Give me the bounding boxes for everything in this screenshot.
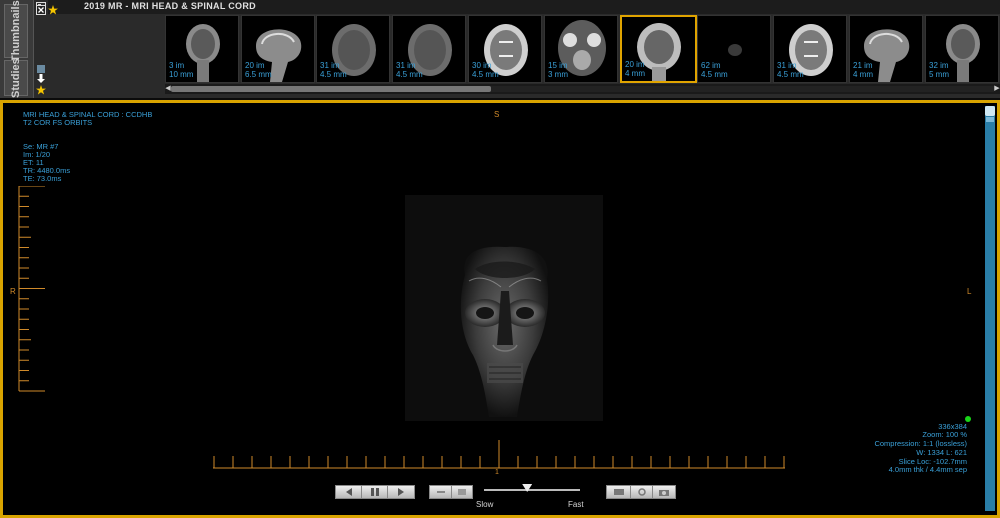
loop-back-button[interactable]	[430, 486, 452, 498]
thumbnail-image-count: 32 im	[929, 61, 949, 70]
thumbnail-image-count: 62 im	[701, 61, 721, 70]
study-title: 2019 MR - MRI HEAD & SPINAL CORD	[84, 1, 256, 11]
thumbnail-label: 62 im 4.5 mm	[701, 61, 728, 79]
status-indicator	[965, 416, 971, 422]
study-title-bar: 2019 MR - MRI HEAD & SPINAL CORD	[36, 0, 1000, 15]
thumbnail-image-count: 30 im	[472, 61, 492, 70]
thumbnail-label: 31 im 4.5 mm	[320, 61, 347, 79]
cine-settings-button[interactable]	[631, 486, 653, 498]
thumbnail-label: 21 im 4 mm	[853, 61, 873, 79]
vertical-ruler	[18, 186, 45, 392]
cine-camera-button[interactable]	[653, 486, 675, 498]
thumbnail-slice-thickness: 10 mm	[169, 70, 194, 79]
thumbnail-image-count: 31 im	[396, 61, 416, 70]
thumbnail-slice-thickness: 4.5 mm	[701, 70, 728, 79]
thumbnail-slice-thickness: 4 mm	[625, 69, 645, 78]
slice-thickness: 4.0mm thk / 4.4mm sep	[888, 465, 967, 474]
thumbnail-label: 20 im 6.5 mm	[245, 61, 272, 79]
thumbnail-slice-thickness: 3 mm	[548, 70, 568, 79]
thumbnail-label: 3 im 10 mm	[169, 61, 193, 79]
app-root: Thumbnails Studies 2019 MR - MRI HEAD & …	[0, 0, 1000, 518]
tab-studies[interactable]: Studies	[4, 58, 28, 98]
series-thumbnail[interactable]: 31 im 4.5 mm	[773, 15, 847, 83]
series-thumbnail[interactable]: 30 im 4.5 mm	[468, 15, 542, 83]
close-icon[interactable]	[36, 2, 46, 20]
thumbnail-slice-thickness: 6.5 mm	[245, 70, 272, 79]
series-scroll-thumb[interactable]	[985, 106, 995, 116]
loop-forward-icon	[458, 489, 466, 495]
previous-button[interactable]	[336, 486, 362, 498]
thumbnail-slice-thickness: 4.5 mm	[396, 70, 423, 79]
speed-slow-label: Slow	[476, 500, 494, 509]
mri-image[interactable]	[405, 195, 603, 421]
thumbnail-label: 32 im 5 mm	[929, 61, 949, 79]
thumbnail-label: 20 im 4 mm	[625, 60, 645, 78]
speed-slider-track[interactable]	[484, 489, 580, 491]
cine-export-button[interactable]	[607, 486, 631, 498]
cine-tools	[606, 485, 676, 499]
series-thumbnail[interactable]: 15 im 3 mm	[544, 15, 618, 83]
next-icon	[398, 488, 404, 496]
ruler-center-label: 1	[495, 469, 499, 476]
thumbnail-image-count: 20 im	[625, 60, 645, 69]
pause-button[interactable]	[362, 486, 388, 498]
orientation-right: L	[967, 287, 972, 296]
thumbnail-slice-thickness: 4.5 mm	[777, 70, 804, 79]
thumbnail-label: 30 im 4.5 mm	[472, 61, 499, 79]
thumbnail-panel: Thumbnails Studies 2019 MR - MRI HEAD & …	[0, 0, 1000, 98]
thumbnail-label: 15 im 3 mm	[548, 61, 568, 79]
series-thumbnail[interactable]: 20 im 4 mm	[620, 15, 697, 83]
gear-icon	[637, 488, 646, 496]
thumbnail-image-count: 21 im	[853, 61, 873, 70]
horizontal-ruler	[213, 440, 785, 469]
loop-forward-button[interactable]	[452, 486, 472, 498]
series-thumbnail[interactable]: 31 im 4.5 mm	[392, 15, 466, 83]
thumbnail-slice-thickness: 4 mm	[853, 70, 873, 79]
thumbnail-scrollbar[interactable]: ◀ ▶	[165, 84, 1000, 94]
tab-thumbnails[interactable]: Thumbnails	[4, 0, 28, 62]
thumbnail-image-count: 15 im	[548, 61, 568, 70]
series-scrollbar[interactable]	[985, 106, 995, 511]
pause-icon	[370, 488, 379, 496]
series-description: T2 COR FS ORBITS	[23, 118, 93, 127]
series-thumbnail[interactable]: 20 im 6.5 mm	[241, 15, 315, 83]
thumbnail-image-count: 31 im	[777, 61, 797, 70]
series-thumbnail[interactable]: 32 im 5 mm	[925, 15, 999, 83]
favorite-star-icon[interactable]	[48, 2, 58, 20]
playback-controls	[335, 485, 415, 499]
thumbnail-slice-thickness: 4.5 mm	[320, 70, 347, 79]
series-thumbnail[interactable]: 21 im 4 mm	[849, 15, 923, 83]
speed-fast-label: Fast	[568, 500, 584, 509]
camera-icon	[659, 490, 669, 496]
next-button[interactable]	[388, 486, 414, 498]
echo-time: TE: 73.0ms	[23, 174, 62, 183]
orientation-top: S	[494, 110, 500, 119]
image-viewport[interactable]: MRI HEAD & SPINAL CORD : CCDHB T2 COR FS…	[0, 100, 1000, 518]
scroll-right-icon[interactable]: ▶	[994, 85, 1000, 93]
thumbnail-slice-thickness: 5 mm	[929, 70, 949, 79]
thumbnail-slice-thickness: 4.5 mm	[472, 70, 499, 79]
thumbnail-label: 31 im 4.5 mm	[396, 61, 423, 79]
series-scroll-cap	[986, 117, 994, 122]
thumbnail-image-count: 31 im	[320, 61, 340, 70]
thumbnail-list: 3 im 10 mm 20 im 6.5 mm 31 im 4.5 mm 31 im 4.5 …	[165, 15, 1000, 83]
orientation-left: R	[10, 287, 16, 296]
series-thumbnail[interactable]: 3 im 10 mm	[165, 15, 239, 83]
film-icon	[613, 489, 624, 495]
thumbnail-label: 31 im 4.5 mm	[777, 61, 804, 79]
thumbnail-image-count: 20 im	[245, 61, 265, 70]
star-icon[interactable]	[36, 85, 46, 95]
download-icon[interactable]	[36, 74, 46, 84]
loop-back-icon	[436, 491, 445, 493]
thumbnail-image-count: 3 im	[169, 61, 185, 70]
loop-controls	[429, 485, 473, 499]
scroll-thumb[interactable]	[171, 86, 491, 92]
series-thumbnail[interactable]: 62 im 4.5 mm	[697, 15, 771, 83]
previous-icon	[345, 488, 352, 496]
collapse-icon[interactable]	[36, 64, 46, 74]
series-thumbnail[interactable]: 31 im 4.5 mm	[316, 15, 390, 83]
side-tabs: Thumbnails Studies	[0, 0, 34, 98]
